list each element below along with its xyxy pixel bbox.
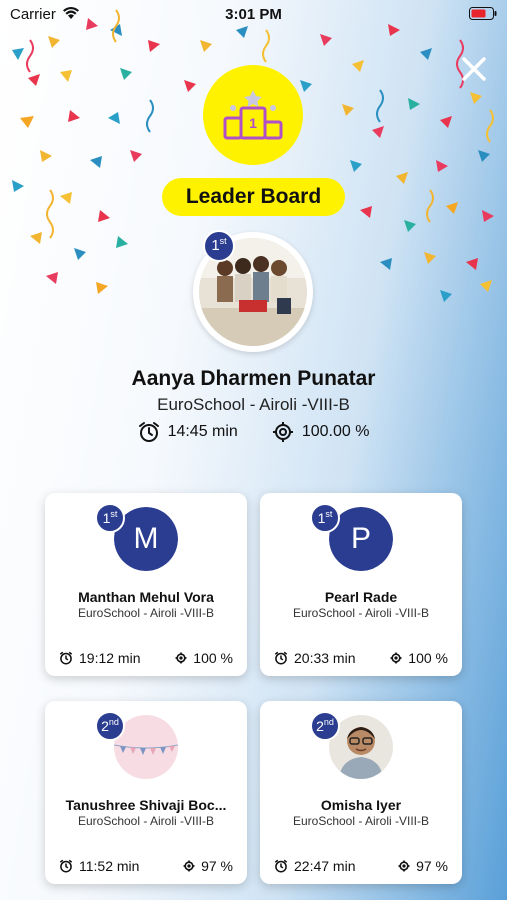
- accuracy-value: 97 %: [416, 858, 448, 874]
- student-school: EuroSchool - Airoli -VIII-B: [77, 814, 215, 828]
- alarm-clock-icon: [274, 859, 288, 873]
- top-performer-school: EuroSchool - Airoli -VIII-B: [157, 395, 350, 414]
- time-stat: 14:45 min: [138, 421, 238, 443]
- target-icon: [175, 652, 187, 664]
- rank-badge: 1st: [95, 503, 125, 533]
- rank-number: 1: [102, 510, 111, 526]
- student-school: EuroSchool - Airoli -VIII-B: [292, 606, 430, 620]
- rank-number: 1: [317, 510, 326, 526]
- podium-rank-number: 1: [249, 115, 257, 131]
- time-value: 19:12 min: [79, 650, 141, 666]
- battery-icon: [469, 7, 497, 20]
- target-icon: [183, 860, 195, 872]
- leaderboard-card[interactable]: P 1st Pearl Rade EuroSchool - Airoli -VI…: [260, 493, 462, 676]
- accuracy-value: 100 %: [408, 650, 448, 666]
- podium-icon: 1: [223, 90, 283, 140]
- card-stats: 22:47 min 97 %: [274, 858, 448, 874]
- time-stat: 19:12 min: [59, 650, 140, 666]
- rank-badge: 2nd: [95, 711, 125, 741]
- time-stat: 11:52 min: [59, 858, 139, 874]
- card-stats: 19:12 min 100 %: [59, 650, 233, 666]
- student-name: Omisha Iyer: [320, 797, 402, 813]
- rank-badge: 1st: [310, 503, 340, 533]
- accuracy-stat: 100 %: [175, 650, 233, 666]
- time-stat: 22:47 min: [274, 858, 355, 874]
- rank-badge: 2nd: [310, 711, 340, 741]
- status-time: 3:01 PM: [225, 6, 282, 23]
- time-stat: 20:33 min: [274, 650, 355, 666]
- student-school: EuroSchool - Airoli -VIII-B: [292, 814, 430, 828]
- podium-badge: 1: [203, 65, 303, 165]
- close-icon[interactable]: [459, 54, 489, 84]
- leaderboard-screen: Carrier 3:01 PM 1 Leader Board 1 st Aany…: [0, 0, 507, 900]
- rank-number: 2: [101, 718, 109, 734]
- rank-number: 2: [316, 718, 324, 734]
- rank-number: 1: [211, 237, 220, 254]
- leaderboard-card[interactable]: 2nd Omisha Iyer EuroSchool - Airoli -VII…: [260, 701, 462, 884]
- target-icon: [390, 652, 402, 664]
- accuracy-value: 97 %: [201, 858, 233, 874]
- leaderboard-title: Leader Board: [162, 178, 345, 216]
- accuracy-stat: 100.00 %: [272, 421, 370, 443]
- rank-suffix: st: [325, 509, 333, 519]
- rank-suffix: nd: [323, 717, 334, 727]
- rank-suffix: nd: [108, 717, 119, 727]
- target-icon: [398, 860, 410, 872]
- time-value: 14:45 min: [167, 423, 238, 440]
- card-stats: 11:52 min 97 %: [59, 858, 233, 874]
- alarm-clock-icon: [138, 422, 159, 442]
- time-value: 22:47 min: [294, 858, 356, 874]
- status-bar: Carrier 3:01 PM: [0, 0, 507, 28]
- student-name: Manthan Mehul Vora: [78, 589, 214, 605]
- top-performer-stats: 14:45 min 100.00 %: [0, 421, 507, 443]
- student-name: Tanushree Shivaji Boc...: [65, 797, 227, 813]
- accuracy-stat: 97 %: [183, 858, 233, 874]
- rank-suffix: st: [110, 509, 118, 519]
- accuracy-value: 100 %: [193, 650, 233, 666]
- rank-suffix: st: [219, 236, 227, 246]
- student-school: EuroSchool - Airoli -VIII-B: [77, 606, 215, 620]
- accuracy-stat: 100 %: [390, 650, 448, 666]
- card-stats: 20:33 min 100 %: [274, 650, 448, 666]
- target-icon: [272, 422, 293, 442]
- accuracy-stat: 97 %: [398, 858, 448, 874]
- student-name: Pearl Rade: [324, 589, 398, 605]
- top-performer-avatar[interactable]: 1st: [193, 230, 313, 352]
- top-rank-badge: 1st: [203, 230, 235, 262]
- leaderboard-card[interactable]: M 1st Manthan Mehul Vora EuroSchool - Ai…: [45, 493, 247, 676]
- alarm-clock-icon: [274, 651, 288, 665]
- leaderboard-card[interactable]: 2nd Tanushree Shivaji Boc... EuroSchool …: [45, 701, 247, 884]
- accuracy-value: 100.00 %: [301, 423, 370, 440]
- top-performer-name: Aanya Dharmen Punatar: [131, 367, 376, 390]
- time-value: 20:33 min: [294, 650, 356, 666]
- time-value: 11:52 min: [79, 858, 140, 874]
- alarm-clock-icon: [59, 651, 73, 665]
- alarm-clock-icon: [59, 859, 73, 873]
